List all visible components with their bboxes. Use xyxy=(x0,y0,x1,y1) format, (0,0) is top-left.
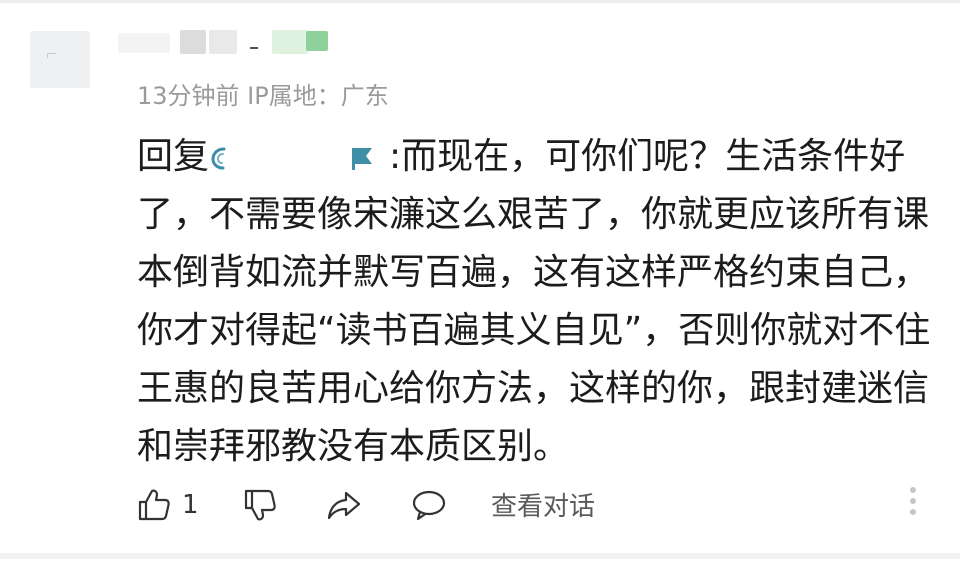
reply-line: 你才对得起“读书百遍其义自见”，否则你就对不住 xyxy=(137,310,931,351)
view-conversation-link[interactable]: 查看对话 xyxy=(491,486,595,523)
thumbs-up-icon xyxy=(138,489,170,521)
like-count: 1 xyxy=(182,490,199,520)
mention-badge-icon xyxy=(352,148,373,170)
thumbs-down-icon xyxy=(244,489,276,521)
user-badge xyxy=(306,31,328,51)
comment-actions: 1 xyxy=(0,480,960,530)
share-button[interactable] xyxy=(326,480,362,530)
comment-bubble-icon xyxy=(412,490,446,521)
reply-line: 本倒背如流并默写百遍，这有这样严格约束自己， xyxy=(137,252,930,293)
reply-line: 了，不需要像宋濂这么艰苦了，你就更应该所有课 xyxy=(137,194,930,235)
reply-first-line: 回复 :而现在，可你们呢？生活条件好 xyxy=(137,128,927,186)
reply-prefix: 回复 xyxy=(137,136,210,177)
like-button[interactable]: 1 xyxy=(136,480,199,530)
bottom-divider xyxy=(0,553,960,559)
comment-body: 回复 :而现在，可你们呢？生活条件好 了，不需要像宋濂这么艰苦了，你就更应该所有… xyxy=(137,128,931,476)
comment-meta: 13分钟前 IP属地：广东 xyxy=(137,82,389,110)
reply-after-mention: :而现在，可你们呢？生活条件好 xyxy=(389,136,906,177)
reply-line: 和崇拜邪教没有本质区别。 xyxy=(137,426,570,467)
avatar[interactable] xyxy=(30,31,90,88)
mention-avatar-icon xyxy=(211,147,226,170)
mention-blurred[interactable] xyxy=(209,143,389,173)
more-vertical-icon[interactable] xyxy=(908,487,918,523)
avatar-placeholder-mark xyxy=(47,53,56,58)
top-divider xyxy=(0,0,960,3)
share-icon xyxy=(327,491,361,520)
comment-button[interactable] xyxy=(410,480,448,530)
reply-line: 王惠的良苦用心给你方法，这样的你，跟封建迷信 xyxy=(137,368,930,409)
dislike-button[interactable] xyxy=(242,480,278,530)
